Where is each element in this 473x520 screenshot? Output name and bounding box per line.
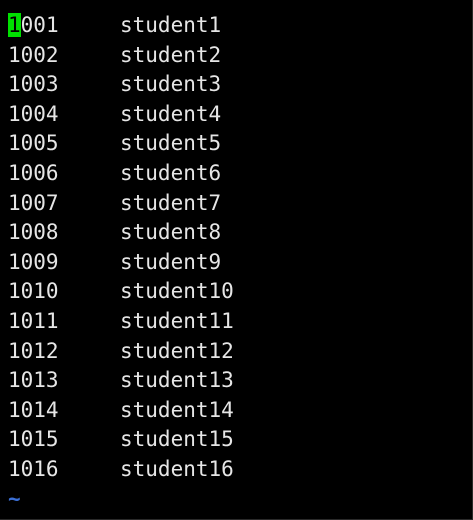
record-name: student5 [120,131,222,156]
editor-line[interactable]: 1008 student8 [8,218,234,248]
terminal-window[interactable]: 1001 student1 1002 student2 1003 student… [0,0,473,520]
record-name: student16 [120,456,234,481]
record-id: 1004 [8,101,59,126]
record-id: 1007 [8,190,59,215]
empty-line-marker: ~ [8,486,21,511]
editor-line[interactable]: 1003 student3 [8,70,234,100]
record-id: 1016 [8,456,59,481]
record-id: 1015 [8,427,59,452]
editor-line[interactable]: 1009 student9 [8,248,234,278]
record-id: 1009 [8,249,59,274]
editor-line[interactable]: 1005 student5 [8,129,234,159]
record-name: student9 [120,249,222,274]
editor-line[interactable]: 1015 student15 [8,425,234,455]
record-name: student13 [120,368,234,393]
editor-line[interactable]: 1002 student2 [8,41,234,71]
record-id: 1012 [8,338,59,363]
record-name: student10 [120,279,234,304]
editor-line[interactable]: 1011 student11 [8,307,234,337]
editor-line[interactable]: 1006 student6 [8,159,234,189]
record-id: 1014 [8,397,59,422]
record-name: student14 [120,397,234,422]
record-name: student7 [120,190,222,215]
record-id: 1011 [8,308,59,333]
editor-line[interactable]: 1016 student16 [8,455,234,485]
record-id: 1002 [8,42,59,67]
record-id-rest: 001 [20,13,59,37]
record-name: student12 [120,338,234,363]
record-name: student3 [120,72,222,97]
record-id: 1013 [8,368,59,393]
record-id: 1005 [8,131,59,156]
record-name: student11 [120,308,234,333]
editor-line[interactable]: 1001 student1 [8,11,234,41]
editor-line[interactable]: 1012 student12 [8,337,234,367]
editor-line[interactable]: 1007 student7 [8,189,234,219]
record-name: student15 [120,427,234,452]
record-name: student8 [120,220,222,245]
record-id: 1008 [8,220,59,245]
record-name: student6 [120,160,222,185]
text-cursor: 1 [8,13,21,37]
record-id: 1001 [8,11,120,41]
editor-line[interactable]: 1004 student4 [8,100,234,130]
record-id: 1010 [8,279,59,304]
record-id: 1006 [8,160,59,185]
editor-line[interactable]: 1013 student13 [8,366,234,396]
editor-buffer[interactable]: 1001 student1 1002 student2 1003 student… [8,11,234,514]
editor-line[interactable]: 1010 student10 [8,277,234,307]
record-name: student1 [120,13,222,37]
record-name: student4 [120,101,222,126]
record-name: student2 [120,42,222,67]
record-id: 1003 [8,72,59,97]
editor-line[interactable]: 1014 student14 [8,396,234,426]
